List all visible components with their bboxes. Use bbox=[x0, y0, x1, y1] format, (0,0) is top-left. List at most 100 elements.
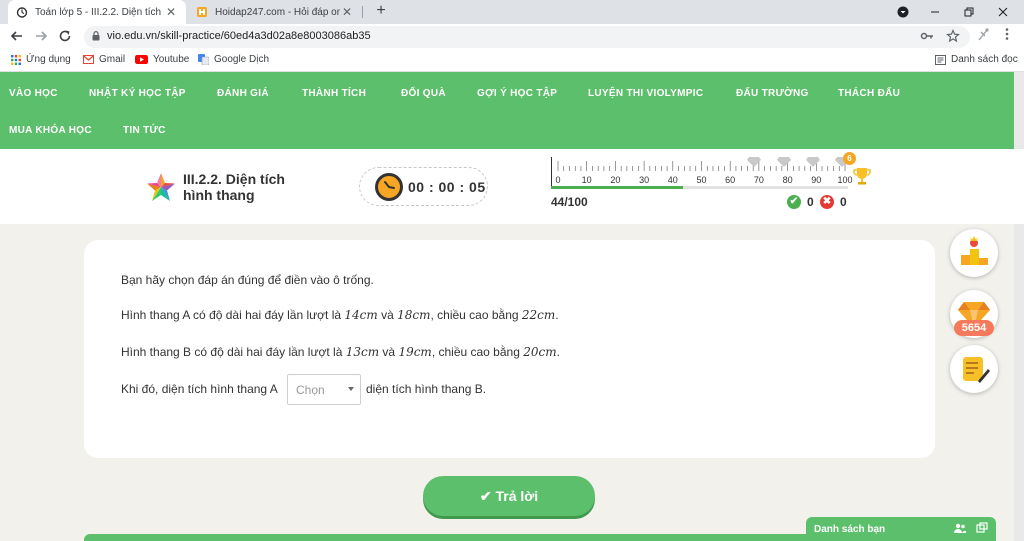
scroll-pen-icon bbox=[963, 357, 990, 383]
question-card: Bạn hãy chọn đáp án đúng để điền vào ô t… bbox=[84, 240, 935, 458]
check-icon: ✔ bbox=[787, 195, 801, 209]
answer-button[interactable]: ✔ Trả lời bbox=[423, 476, 595, 516]
text: . bbox=[556, 345, 560, 359]
bookmark-gmail[interactable]: Gmail bbox=[83, 54, 125, 65]
profile-dropdown-icon[interactable] bbox=[886, 0, 920, 24]
gem-count-badge: 5654 bbox=[954, 320, 994, 336]
new-tab-button[interactable]: + bbox=[372, 2, 390, 20]
text: và bbox=[377, 308, 398, 322]
wrong-value: 0 bbox=[840, 195, 847, 209]
question-prompt: Bạn hãy chọn đáp án đúng để điền vào ô t… bbox=[121, 273, 374, 287]
comparison-select[interactable]: Chọn bbox=[287, 374, 361, 405]
text: . bbox=[555, 308, 559, 322]
menu-dots-icon[interactable] bbox=[998, 27, 1016, 44]
page-scrollbar[interactable] bbox=[1014, 72, 1024, 541]
vio-favicon-icon bbox=[16, 6, 28, 18]
ruler-ticks bbox=[557, 161, 846, 171]
lesson-title-line1: III.2.2. Diện tích bbox=[183, 171, 285, 187]
ruler-tick-label: 100 bbox=[837, 175, 853, 185]
diamond-milestone-icon bbox=[747, 157, 761, 167]
browser-tabstrip: Toán lớp 5 - III.2.2. Diện tích hình ✕ H… bbox=[0, 0, 1024, 24]
timer-text: 00 : 00 : 05 bbox=[408, 179, 486, 195]
podium-icon bbox=[961, 236, 988, 265]
nav-mua-khoa-hoc[interactable]: MUA KHÓA HỌC bbox=[9, 125, 92, 136]
correct-count: ✔ 0 bbox=[787, 195, 814, 209]
friends-panel[interactable]: Danh sách bạn bbox=[806, 517, 996, 541]
nav-thanh-tich[interactable]: THÀNH TÍCH bbox=[302, 88, 366, 99]
friends-panel-label: Danh sách bạn bbox=[814, 524, 886, 535]
reading-list[interactable]: Danh sách đọc bbox=[935, 54, 1018, 65]
site-nav: VÀO HỌC NHẬT KÝ HỌC TẬP ĐÁNH GIÁ THÀNH T… bbox=[0, 72, 1024, 149]
question-line-c: Khi đó, diện tích hình thang A bbox=[121, 382, 278, 396]
chevron-down-icon bbox=[348, 387, 354, 391]
forward-icon[interactable] bbox=[31, 28, 51, 48]
ruler-tick-label: 80 bbox=[782, 175, 793, 185]
nav-doi-qua[interactable]: ĐỔI QUÀ bbox=[401, 88, 446, 99]
browser-toolbar: vio.edu.vn/skill-practice/60ed4a3d02a8e8… bbox=[0, 24, 1024, 51]
diamond-milestone-icon bbox=[777, 157, 791, 167]
bookmark-label: Gmail bbox=[99, 54, 126, 65]
text: Hình thang B có độ dài hai đáy lần lượt … bbox=[121, 345, 346, 359]
text: , chiều cao bằng bbox=[431, 345, 524, 359]
bookmark-star-icon[interactable] bbox=[946, 28, 960, 46]
users-icon[interactable] bbox=[954, 522, 966, 537]
restore-icon[interactable] bbox=[952, 0, 986, 24]
key-icon[interactable] bbox=[920, 29, 934, 46]
ruler-scale: 0 10 20 30 40 50 60 70 80 90 100 bbox=[551, 157, 853, 188]
ruler-tick-label: 40 bbox=[667, 175, 678, 185]
question-line-c-end: diện tích hình thang B. bbox=[366, 382, 487, 396]
alarm-clock-icon bbox=[375, 173, 403, 201]
bookmarks-bar: Ứng dụng Gmail Youtube Google Dịch Danh … bbox=[0, 51, 1024, 72]
lesson-title-line2: hình thang bbox=[183, 187, 255, 203]
progress-fill bbox=[551, 186, 684, 189]
address-bar[interactable]: vio.edu.vn/skill-practice/60ed4a3d02a8e8… bbox=[84, 26, 970, 48]
gmail-icon bbox=[83, 55, 94, 64]
ruler-tick-label: 50 bbox=[696, 175, 707, 185]
tab-close-icon[interactable]: ✕ bbox=[340, 5, 354, 19]
lock-icon bbox=[92, 31, 100, 41]
tab-title: Hoidap247.com - Hỏi đáp online bbox=[215, 6, 340, 18]
nav-goi-y-hoc-tap[interactable]: GỢI Ý HỌC TẬP bbox=[477, 88, 557, 99]
bookmark-google-translate[interactable]: Google Dịch bbox=[198, 54, 269, 65]
ruler-tick-label: 10 bbox=[581, 175, 592, 185]
bookmark-apps[interactable]: Ứng dụng bbox=[11, 54, 71, 65]
apps-grid-icon bbox=[11, 54, 21, 65]
question-line-a: Hình thang A có độ dài hai đáy lần lượt … bbox=[121, 308, 559, 322]
hoidap-favicon-icon bbox=[196, 6, 208, 18]
nav-tin-tuc[interactable]: TIN TỨC bbox=[123, 125, 166, 136]
math: 14cm bbox=[344, 308, 378, 322]
extension-icon[interactable] bbox=[974, 27, 992, 44]
select-placeholder: Chọn bbox=[296, 383, 325, 397]
leaderboard-button[interactable] bbox=[950, 229, 998, 277]
back-icon[interactable] bbox=[7, 28, 27, 48]
nav-nhat-ky-hoc-tap[interactable]: NHẬT KÝ HỌC TẬP bbox=[89, 88, 186, 99]
nav-thach-dau[interactable]: THÁCH ĐẤU bbox=[838, 88, 900, 99]
text: Hình thang A có độ dài hai đáy lần lượt … bbox=[121, 308, 345, 322]
bookmark-youtube[interactable]: Youtube bbox=[135, 54, 189, 65]
tab-title: Toán lớp 5 - III.2.2. Diện tích hình bbox=[35, 6, 164, 18]
reload-icon[interactable] bbox=[55, 28, 75, 48]
ruler-tick-label: 0 bbox=[555, 175, 561, 185]
tab-toan-lop-5[interactable]: Toán lớp 5 - III.2.2. Diện tích hình ✕ bbox=[8, 0, 186, 24]
ruler-tick-label: 30 bbox=[639, 175, 650, 185]
notes-button[interactable] bbox=[950, 345, 998, 393]
close-window-icon[interactable] bbox=[986, 0, 1020, 24]
nav-luyen-thi-violympic[interactable]: LUYỆN THI VIOLYMPIC bbox=[588, 88, 703, 99]
minimize-icon[interactable] bbox=[918, 0, 952, 24]
ruler-tick-label: 20 bbox=[610, 175, 621, 185]
reading-list-label: Danh sách đọc bbox=[951, 54, 1018, 65]
nav-danh-gia[interactable]: ĐÁNH GIÁ bbox=[217, 88, 269, 99]
tab-hoidap247[interactable]: Hoidap247.com - Hỏi đáp online ✕ bbox=[188, 0, 363, 24]
diamond-milestone-icon bbox=[806, 157, 820, 167]
question-line-b: Hình thang B có độ dài hai đáy lần lượt … bbox=[121, 345, 560, 359]
nav-dau-truong[interactable]: ĐẤU TRƯỜNG bbox=[736, 88, 809, 99]
nav-vao-hoc[interactable]: VÀO HỌC bbox=[9, 88, 58, 99]
math: 20cm bbox=[523, 345, 557, 359]
popout-icon[interactable] bbox=[976, 522, 988, 537]
score-text: 44/100 bbox=[551, 195, 588, 209]
trophy-icon bbox=[853, 168, 871, 185]
tab-close-icon[interactable]: ✕ bbox=[164, 5, 178, 19]
cross-icon: ✖ bbox=[820, 195, 834, 209]
bookmark-label: Ứng dụng bbox=[26, 54, 71, 65]
math: 18cm bbox=[397, 308, 431, 322]
